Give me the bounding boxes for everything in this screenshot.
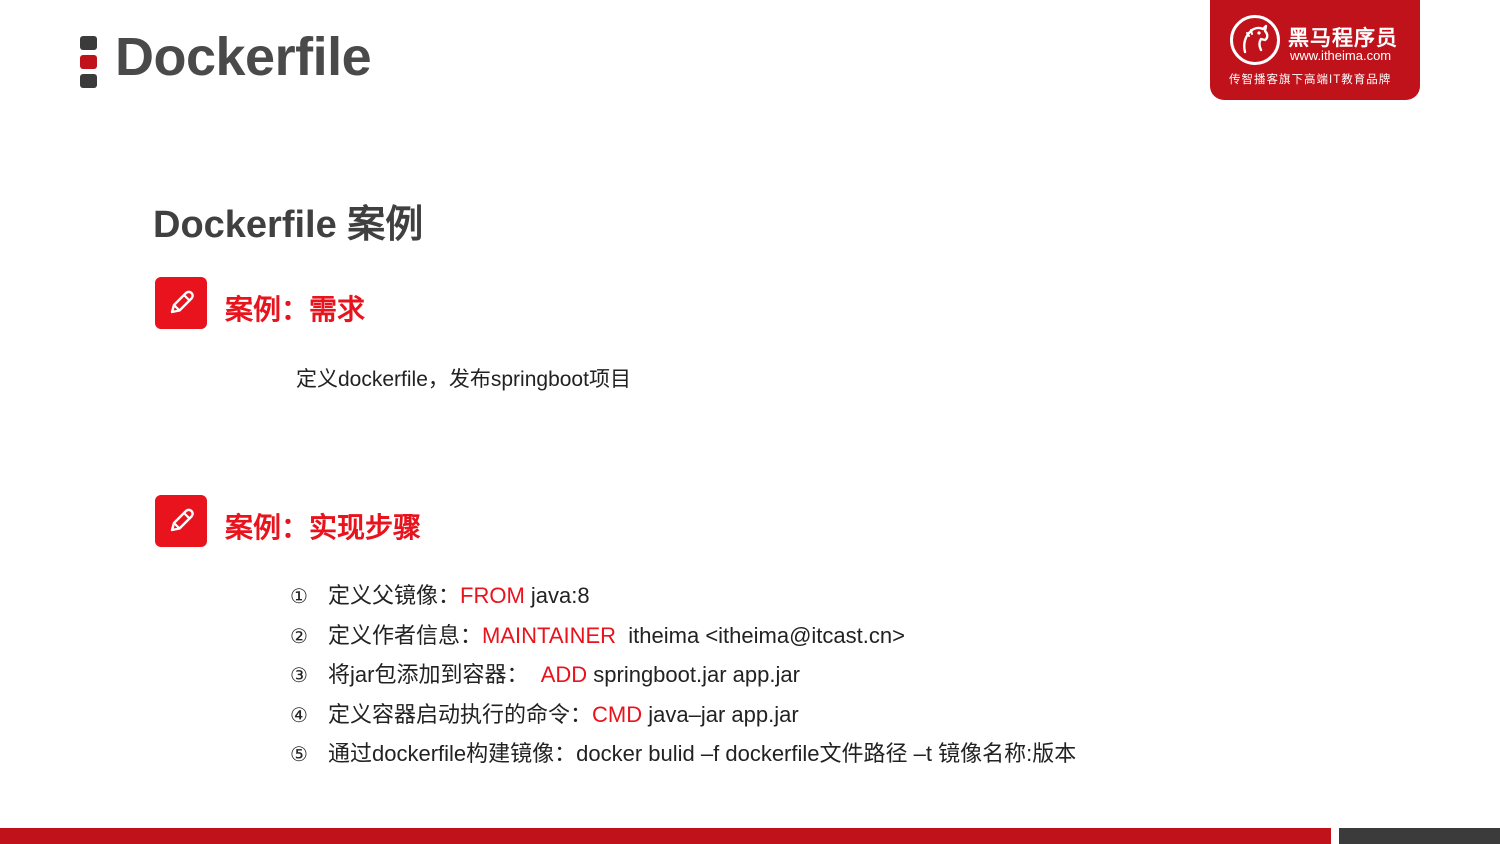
requirement-text: 定义dockerfile，发布springboot项目 — [296, 368, 631, 391]
footer-bar — [0, 828, 1331, 844]
step-rest: java–jar app.jar — [642, 701, 799, 727]
step-keyword: CMD — [592, 701, 643, 727]
list-item: ① 定义父镜像：FROM java:8 — [290, 578, 1076, 618]
step-label: 定义容器启动执行的命令： — [328, 701, 593, 727]
page-title: Dockerfile — [115, 27, 372, 87]
step-number: ① — [290, 586, 308, 608]
pencil-icon — [155, 495, 207, 547]
list-item: ② 定义作者信息：MAINTAINER itheima <itheima@itca… — [290, 618, 1076, 658]
step-rest: java:8 — [524, 583, 590, 608]
brand-slogan: 传智播客旗下高端IT教育品牌 — [1229, 74, 1392, 86]
step-label: 定义父镜像： — [328, 583, 461, 608]
step-keyword: FROM — [460, 583, 525, 608]
step-keyword: MAINTAINER — [482, 622, 617, 648]
brand-logo: 黑马程序员 www.itheima.com 传智播客旗下高端IT教育品牌 — [1210, 0, 1420, 100]
step-rest: itheima <itheima@itcast.cn> — [616, 622, 905, 648]
step-label: 定义作者信息： — [328, 622, 483, 648]
list-item: ③ 将jar包添加到容器： ADD springboot.jar app.jar — [290, 657, 1076, 697]
title-decoration — [80, 36, 97, 88]
list-item: ④ 定义容器启动执行的命令：CMD java–jar app.jar — [290, 697, 1076, 737]
footer-bar-dark — [1339, 828, 1500, 844]
step-number: ④ — [290, 704, 308, 727]
step-label: 将jar包添加到容器： — [328, 662, 541, 688]
pencil-icon — [155, 277, 207, 329]
step-list: ① 定义父镜像：FROM java:8 ② 定义作者信息：MAINTAINER it… — [290, 578, 1076, 776]
step-label: 通过dockerfile构建镜像：docker bulid –f dockerf… — [328, 741, 1077, 767]
step-rest: springboot.jar app.jar — [587, 662, 800, 688]
section-heading: Dockerfile 案例 — [153, 204, 424, 246]
step-keyword: ADD — [540, 662, 588, 688]
requirement-title: 案例：需求 — [225, 294, 366, 325]
brand-url: www.itheima.com — [1290, 48, 1392, 63]
step-number: ② — [290, 625, 308, 648]
horse-head-icon — [1230, 15, 1280, 65]
step-number: ③ — [290, 665, 308, 688]
list-item: ⑤ 通过dockerfile构建镜像：docker bulid –f docker… — [290, 736, 1076, 776]
implementation-title: 案例：实现步骤 — [225, 512, 422, 543]
step-number: ⑤ — [290, 744, 308, 767]
